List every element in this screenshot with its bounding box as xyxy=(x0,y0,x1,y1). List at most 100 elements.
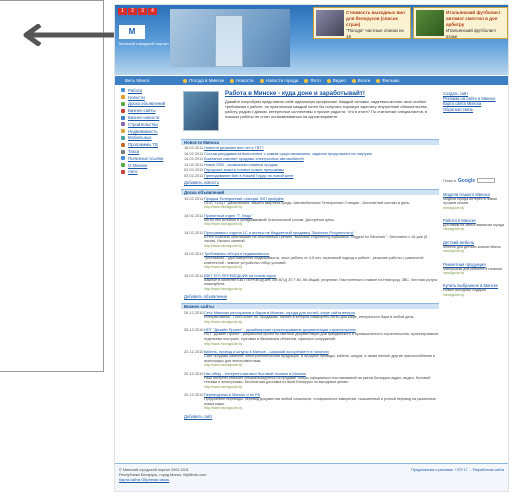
feature-image[interactable] xyxy=(183,91,219,131)
listing-url[interactable]: http://www.minskguide.by xyxy=(204,265,439,269)
category-icon xyxy=(121,135,125,140)
listing-url[interactable]: http://www.minskguide.by xyxy=(204,205,439,209)
bullet-icon xyxy=(326,78,331,83)
sidebar-item[interactable]: Бизнес-сайты xyxy=(115,107,177,114)
feature-body: Давайте попробуем представить себе идеал… xyxy=(225,99,428,119)
nav-item[interactable]: Блоги xyxy=(351,78,370,83)
business-url[interactable]: http://www.minskguide.by xyxy=(204,342,439,346)
listing-url[interactable]: http://www.minskguide.by xyxy=(204,222,439,226)
business-url[interactable]: http://www.minskguide.by xyxy=(204,406,439,410)
top-nav: Весь Минск Погода в Минске Новости Новос… xyxy=(115,76,508,85)
category-icon xyxy=(121,142,125,147)
bullet-icon xyxy=(376,78,381,83)
right-column: Создать сайт Реклама на сайте в Минске К… xyxy=(443,91,505,297)
category-icon xyxy=(121,149,125,154)
right-ad-block: Модели Нашего Минска Модели города интере… xyxy=(443,192,505,210)
right-ad-block: Купить выбранное в Минске Новые выгодные … xyxy=(443,283,505,297)
add-listing-link[interactable]: Добавить объявление xyxy=(181,293,439,301)
site-logo[interactable]: M xyxy=(119,25,145,39)
category-icon xyxy=(121,115,125,120)
business-item: 20.12.2010 Переводчики в Минске и по РБ Пр… xyxy=(181,391,439,413)
category-icon xyxy=(121,122,125,127)
square[interactable]: 3 xyxy=(138,8,147,15)
category-icon xyxy=(121,108,125,113)
category-icon xyxy=(121,163,125,168)
sidebar-item[interactable]: О Минске xyxy=(115,162,177,169)
add-news-link[interactable]: Добавить новость xyxy=(181,179,439,187)
right-ad-block: Ремонтная продукция Материалы для ремонта… xyxy=(443,262,505,276)
sidebar-item[interactable]: Программы ТВ xyxy=(115,141,177,148)
listing-item: 15.02.2011 Требования отбора в недвижимос… xyxy=(181,250,439,272)
footer-right-text[interactable]: Предложения и реклама: +375 17 ... Разра… xyxy=(411,468,504,473)
search-label: Поиск в xyxy=(443,178,456,183)
business-item: 22.12.2010 Кабель, провод и шнуры в Минск… xyxy=(181,348,439,370)
right-ad-block: Детский мебель Мебель для детских комнат … xyxy=(443,240,505,254)
color-squares: 1 2 3 4 xyxy=(118,8,157,15)
category-icon xyxy=(121,169,125,174)
sidebar-item[interactable]: Мобильные xyxy=(115,135,177,142)
news-link[interactable]: Преподавание Вин в Нашей Гордо по новой … xyxy=(204,173,294,179)
nav-title: Весь Минск xyxy=(125,78,150,83)
business-url[interactable]: http://www.minskguide.by xyxy=(204,320,439,324)
sidebar-item[interactable]: Недвижимость xyxy=(115,128,177,135)
nav-item[interactable]: Новости xyxy=(230,78,254,83)
left-window-frame xyxy=(0,0,104,372)
google-logo: Google xyxy=(457,177,476,184)
sidebar-item[interactable]: Полезные ссылки xyxy=(115,155,177,162)
business-url[interactable]: http://www.minskguide.by xyxy=(204,363,439,367)
listing-url[interactable]: http://www.minskguide.by xyxy=(204,287,439,291)
sidebar-item[interactable]: Работа xyxy=(115,87,177,94)
ad-banner[interactable]: Итальянский футболист автомат сместил в … xyxy=(413,7,508,39)
category-icon xyxy=(121,95,125,100)
business-url[interactable]: http://www.minskguide.by xyxy=(204,385,439,389)
sidebar-item[interactable]: Бизнес-новости xyxy=(115,114,177,121)
sidebar-item[interactable]: Авто xyxy=(115,169,177,176)
nav-item[interactable]: Видео xyxy=(326,78,346,83)
ad-banner[interactable]: Стоимость выходных вил для белорусов (сп… xyxy=(313,7,411,39)
listing-item: 15.02.2011 Продам Телефонный станции. В/П… xyxy=(181,195,439,212)
business-item: 28.12.2010 НПТ "Дизайн Проект" - дизайнер… xyxy=(184,327,439,346)
site-tagline: Минский городской портал xyxy=(119,41,169,46)
category-icon xyxy=(121,88,125,93)
site-footer: © Минский городской портал 2002-2011 Рес… xyxy=(115,463,508,491)
category-icon xyxy=(121,101,125,106)
google-search: Поиск в Google xyxy=(443,178,505,184)
site-header: 1 2 3 4 M Минский городской портал Стоим… xyxy=(115,5,508,75)
listing-url[interactable]: http://www.minskguide.by xyxy=(204,244,439,248)
ad-text: "Погода" частные списки из 16 xyxy=(346,28,404,39)
category-icon xyxy=(121,156,125,161)
listing-item: 15.02.2011 Проектный отдел "Т. Ледо" Бегло… xyxy=(181,212,439,229)
sidebar-item[interactable]: Новости xyxy=(115,94,177,101)
ad-thumbnail xyxy=(316,10,344,36)
business-item: 20.12.2010 Нас offlay - интернет-магазин … xyxy=(181,370,439,392)
bullet-icon xyxy=(259,78,264,83)
square[interactable]: 2 xyxy=(128,8,137,15)
sidebar: Работа Новости Доска объявлений Бизнес-с… xyxy=(115,87,177,175)
header-photo xyxy=(170,9,290,67)
bullet-icon xyxy=(351,78,356,83)
search-input[interactable] xyxy=(477,178,496,184)
listing-item: 15.02.2011 Программист отдела 1С и агенты… xyxy=(181,229,439,251)
add-site-link[interactable]: Добавить сайт xyxy=(181,413,439,421)
bullet-icon xyxy=(304,78,309,83)
ad-thumbnail xyxy=(416,10,444,36)
sidebar-item[interactable]: Доска объявлений xyxy=(115,101,177,108)
sidebar-item[interactable]: Строительство xyxy=(115,121,177,128)
nav-item[interactable]: Новости города xyxy=(259,78,298,83)
nav-item[interactable]: Фото xyxy=(304,78,321,83)
webpage-screenshot: 1 2 3 4 M Минский городской портал Стоим… xyxy=(114,4,509,492)
nav-item[interactable]: Фильмы xyxy=(376,78,399,83)
sidebar-item[interactable]: Такси xyxy=(115,148,177,155)
square[interactable]: 1 xyxy=(118,8,127,15)
nav-item[interactable]: Погода в Минске xyxy=(183,78,224,83)
ad-title[interactable]: Стоимость выходных вил для белорусов (сп… xyxy=(346,10,408,28)
feature-title[interactable]: Работа в Минске - куда доне и заработыва… xyxy=(225,90,365,97)
footer-links[interactable]: Карта сайта Обратная связь xyxy=(119,478,206,483)
ad-title[interactable]: Итальянский футболист автомат сместил в … xyxy=(446,10,505,28)
right-ad-block: Работа в Минске Доставим на Минск ваканси… xyxy=(443,218,505,232)
main-content: Работа в Минске - куда доне и заработыва… xyxy=(181,87,439,421)
right-link[interactable]: Обратная связь xyxy=(443,107,505,112)
ad-text: Итальянский футболист атаке xyxy=(446,28,497,39)
bullet-icon xyxy=(183,78,187,83)
square[interactable]: 4 xyxy=(148,8,157,15)
